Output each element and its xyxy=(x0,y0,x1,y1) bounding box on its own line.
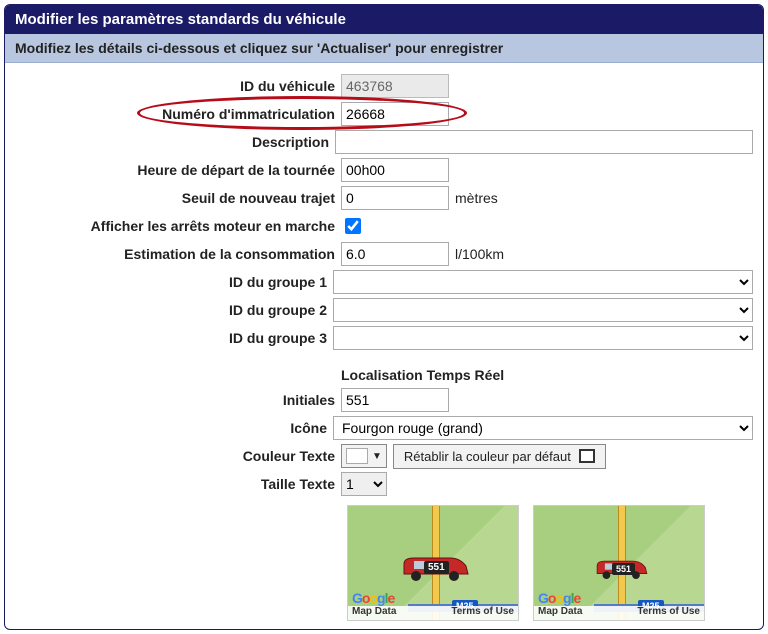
google-logo: Google xyxy=(538,590,580,606)
reset-color-box-icon xyxy=(579,449,595,463)
label-icon: Icône xyxy=(15,420,333,436)
van-icon: 551 xyxy=(594,558,650,582)
label-text-size: Taille Texte xyxy=(15,476,341,492)
label-description: Description xyxy=(15,134,335,150)
label-group2: ID du groupe 2 xyxy=(15,302,333,318)
text-size-select[interactable]: 1 xyxy=(341,472,387,496)
terms-link[interactable]: Terms of Use xyxy=(637,606,700,620)
group2-select[interactable] xyxy=(333,298,753,322)
panel-subtitle: Modifiez les détails ci-dessous et cliqu… xyxy=(5,34,763,63)
label-group1: ID du groupe 1 xyxy=(15,274,333,290)
color-swatch xyxy=(346,448,368,464)
label-text-color: Couleur Texte xyxy=(15,448,341,464)
vehicle-id-input xyxy=(341,74,449,98)
fuel-estimate-input[interactable] xyxy=(341,242,449,266)
realtime-section-label: Localisation Temps Réel xyxy=(341,353,753,385)
map-data-label[interactable]: Map Data xyxy=(538,606,582,620)
label-engine-stops: Afficher les arrêts moteur en marche xyxy=(15,218,341,234)
map-previews: M25 551 Google Map Data Terms of Use M25 xyxy=(347,505,753,621)
form-area: ID du véhicule Numéro d'immatriculation … xyxy=(5,63,763,629)
route-start-input[interactable] xyxy=(341,158,449,182)
label-group3: ID du groupe 3 xyxy=(15,330,333,346)
reset-color-button[interactable]: Rétablir la couleur par défaut xyxy=(393,444,606,469)
label-registration: Numéro d'immatriculation xyxy=(15,106,341,122)
text-color-picker[interactable]: ▼ xyxy=(341,444,387,468)
label-journey-threshold: Seuil de nouveau trajet xyxy=(15,190,341,206)
panel-title: Modifier les paramètres standards du véh… xyxy=(5,5,763,34)
google-logo: Google xyxy=(352,590,394,606)
reset-color-label: Rétablir la couleur par défaut xyxy=(404,449,571,464)
van-icon: 551 xyxy=(400,554,472,584)
van-badge: 551 xyxy=(424,561,449,574)
initials-input[interactable] xyxy=(341,388,449,412)
icon-select[interactable]: Fourgon rouge (grand) xyxy=(333,416,753,440)
journey-threshold-input[interactable] xyxy=(341,186,449,210)
group3-select[interactable] xyxy=(333,326,753,350)
fuel-estimate-suffix: l/100km xyxy=(455,246,504,262)
terms-link[interactable]: Terms of Use xyxy=(451,606,514,620)
journey-threshold-suffix: mètres xyxy=(455,190,498,206)
van-badge: 551 xyxy=(612,563,635,575)
label-fuel-estimate: Estimation de la consommation xyxy=(15,246,341,262)
chevron-down-icon: ▼ xyxy=(372,451,382,462)
map-preview-small: M25 551 Google Map Data Terms of Use xyxy=(533,505,705,621)
engine-stops-checkbox[interactable] xyxy=(345,218,361,234)
label-route-start: Heure de départ de la tournée xyxy=(15,162,341,178)
label-initials: Initiales xyxy=(15,392,341,408)
map-preview-large: M25 551 Google Map Data Terms of Use xyxy=(347,505,519,621)
registration-input[interactable] xyxy=(341,102,449,126)
label-vehicle-id: ID du véhicule xyxy=(15,78,341,94)
vehicle-settings-panel: Modifier les paramètres standards du véh… xyxy=(4,4,764,630)
map-data-label[interactable]: Map Data xyxy=(352,606,396,620)
group1-select[interactable] xyxy=(333,270,753,294)
description-input[interactable] xyxy=(335,130,753,154)
